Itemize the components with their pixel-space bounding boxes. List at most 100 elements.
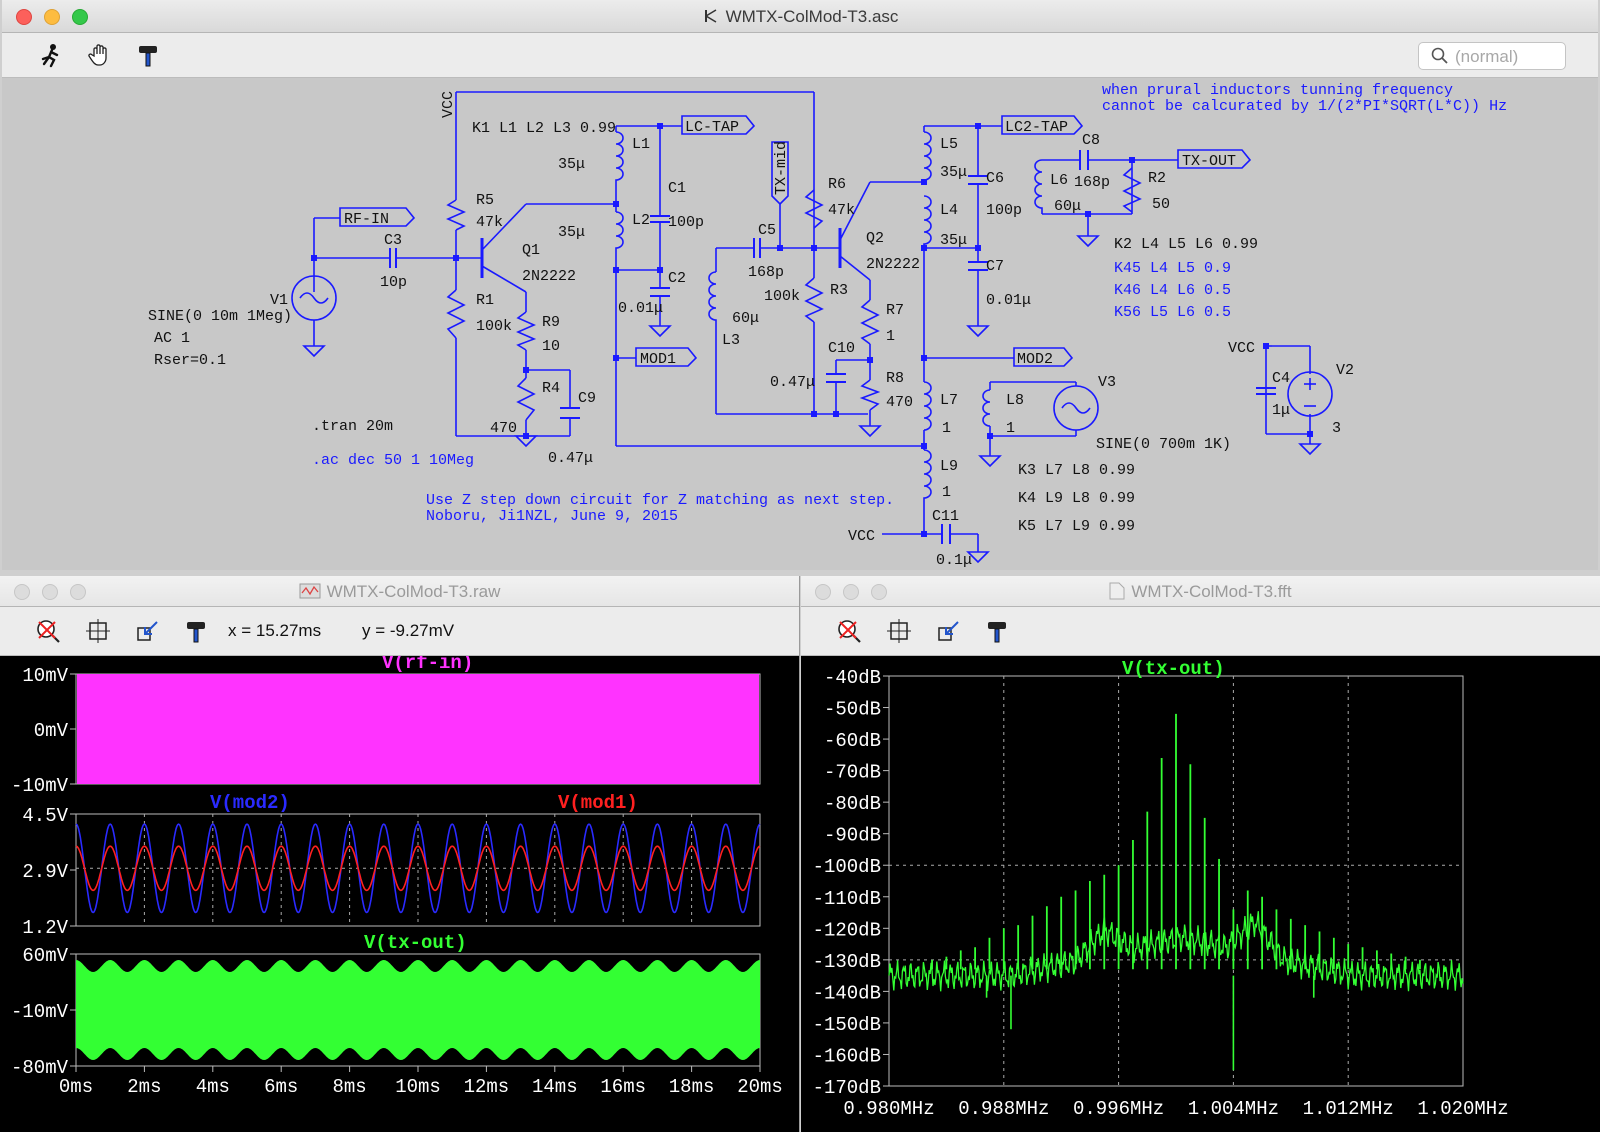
k4-directive: K4 L9 L8 0.99 [1018, 490, 1135, 507]
voltage-sources [291, 275, 1333, 431]
r5-label: R5 [476, 192, 494, 209]
schematic-canvas[interactable]: RF-IN LC-TAP MOD1 TX-mid LC2-TAP TX-OUT … [2, 78, 1598, 570]
y-tick-label: -170dB [813, 1077, 881, 1099]
c6-label: C6 [986, 170, 1004, 187]
lc2-tap-flag: LC2-TAP [1005, 119, 1068, 136]
x-tick-label: 14ms [532, 1076, 578, 1098]
y-tick-label: -60dB [824, 730, 881, 752]
q1-value: 2N2222 [522, 268, 576, 285]
c5-label: C5 [758, 222, 776, 239]
tran-directive: .tran 20m [312, 418, 393, 435]
search-icon [1431, 47, 1448, 64]
x-tick-label: 1.012MHz [1303, 1098, 1394, 1120]
fft-window: WMTX-ColMod-T3.fft 0.980MHz 0.988MHz 0.996… [801, 576, 1600, 1132]
y-tick-label: -40dB [824, 667, 881, 689]
pan-hand-icon[interactable] [86, 41, 114, 69]
x-tick-label: 1.020MHz [1417, 1098, 1508, 1120]
raw-title-text: WMTX-ColMod-T3.raw [326, 582, 501, 601]
l4-value: 35μ [940, 232, 967, 249]
q2-label: Q2 [866, 230, 884, 247]
r3-label: R3 [830, 282, 848, 299]
zoom-back-icon[interactable] [935, 617, 963, 645]
r2-value: 50 [1152, 196, 1170, 213]
x-tick-label: 10ms [395, 1076, 441, 1098]
trace-label-tx-out: V(tx-out) [364, 932, 467, 954]
y-tick-label: 2.9V [22, 861, 68, 883]
y-tick-label: 10mV [22, 665, 68, 687]
l2-value: 35μ [558, 224, 585, 241]
y-tick-label: -50dB [824, 699, 881, 721]
v3-sine: SINE(0 700m 1K) [1096, 436, 1231, 453]
v2-value: 3 [1332, 420, 1341, 437]
l9-value: 1 [942, 484, 951, 501]
c10-value: 0.47μ [770, 374, 815, 391]
y-tick-label: -10mV [11, 775, 69, 797]
fft-plot[interactable]: 0.980MHz 0.988MHz 0.996MHz 1.004MHz 1.012MHz… [801, 656, 1600, 1132]
c3-value: 10p [380, 274, 407, 291]
c10-label: C10 [828, 340, 855, 357]
x-tick-label: 20ms [737, 1076, 783, 1098]
autorange-icon[interactable] [835, 617, 863, 645]
y-tick-label: 60mV [22, 945, 68, 967]
hammer-icon[interactable] [182, 617, 210, 645]
v1-rser: Rser=0.1 [154, 352, 226, 369]
y-tick-label: -10mV [11, 1001, 69, 1023]
l5-value: 35μ [940, 164, 967, 181]
r7-label: R7 [886, 302, 904, 319]
transient-plot-area[interactable]: 10mV 0mV -10mV 4.5V 2.9V 1.2V 60mV -10mV -80mV V(… [0, 652, 800, 1132]
raw-titlebar[interactable]: WMTX-ColMod-T3.raw [0, 576, 799, 607]
r8-value: 470 [886, 394, 913, 411]
tx-out-flag: TX-OUT [1182, 153, 1236, 170]
comment-line-2: Noboru, Ji1NZL, June 9, 2015 [426, 508, 678, 525]
window-title: WMTX-ColMod-T3.asc [2, 7, 1598, 27]
schematic-file-icon [702, 8, 720, 24]
schematic-titlebar[interactable]: WMTX-ColMod-T3.asc [2, 0, 1598, 33]
c11-label: C11 [932, 508, 959, 525]
freq-note-2: cannot be calcurated by 1/(2*PI*SQRT(L*C… [1102, 98, 1507, 115]
zoom-back-icon[interactable] [134, 617, 162, 645]
fft-plot-area[interactable]: 0.980MHz 0.988MHz 0.996MHz 1.004MHz 1.012MHz… [801, 656, 1600, 1132]
transient-plot[interactable]: 10mV0mV-10mV4.5V2.9V1.2V60mV-10mV-80mVV(… [0, 652, 800, 1132]
vcc-right-label: VCC [1228, 340, 1255, 357]
y-tick-label: -160dB [813, 1045, 881, 1067]
zoom-area-icon[interactable] [885, 617, 913, 645]
k46-directive: K46 L4 L6 0.5 [1114, 282, 1231, 299]
y-tick-label: -80dB [824, 793, 881, 815]
search-field[interactable]: (normal) [1418, 42, 1566, 70]
q1-label: Q1 [522, 242, 540, 259]
schematic-title-text: WMTX-ColMod-T3.asc [725, 7, 899, 26]
mod2-flag: MOD2 [1017, 351, 1053, 368]
v1-label: V1 [270, 292, 288, 309]
c8-value: 168p [1074, 174, 1110, 191]
x-tick-label: 2ms [127, 1076, 161, 1098]
hammer-icon[interactable] [983, 617, 1011, 645]
fft-title-text: WMTX-ColMod-T3.fft [1131, 582, 1292, 601]
fft-titlebar[interactable]: WMTX-ColMod-T3.fft [801, 576, 1600, 607]
r2-label: R2 [1148, 170, 1166, 187]
zoom-area-icon[interactable] [84, 617, 112, 645]
r6-value: 47k [828, 202, 855, 219]
document-icon [1109, 582, 1125, 600]
x-tick-label: 0.988MHz [958, 1098, 1049, 1120]
r4-label: R4 [542, 380, 560, 397]
l3-label: L3 [722, 332, 740, 349]
window-title: WMTX-ColMod-T3.raw [0, 582, 799, 602]
k56-directive: K56 L5 L6 0.5 [1114, 304, 1231, 321]
y-tick-label: -120dB [813, 919, 881, 941]
trace-label-mod1: V(mod1) [558, 792, 638, 814]
run-icon[interactable] [36, 41, 64, 69]
l6-value: 60μ [1054, 198, 1081, 215]
l9-label: L9 [940, 458, 958, 475]
waveform-file-icon [299, 583, 321, 599]
l2-label: L2 [632, 212, 650, 229]
r5-value: 47k [476, 214, 503, 231]
tx-mid-flag: TX-mid [773, 141, 790, 195]
hammer-icon[interactable] [134, 41, 162, 69]
k1-directive: K1 L1 L2 L3 0.99 [472, 120, 616, 137]
l5-label: L5 [940, 136, 958, 153]
autorange-icon[interactable] [34, 617, 62, 645]
l7-label: L7 [940, 392, 958, 409]
y-tick-label: 1.2V [22, 917, 68, 939]
r3-value: 100k [764, 288, 800, 305]
r9-value: 10 [542, 338, 560, 355]
